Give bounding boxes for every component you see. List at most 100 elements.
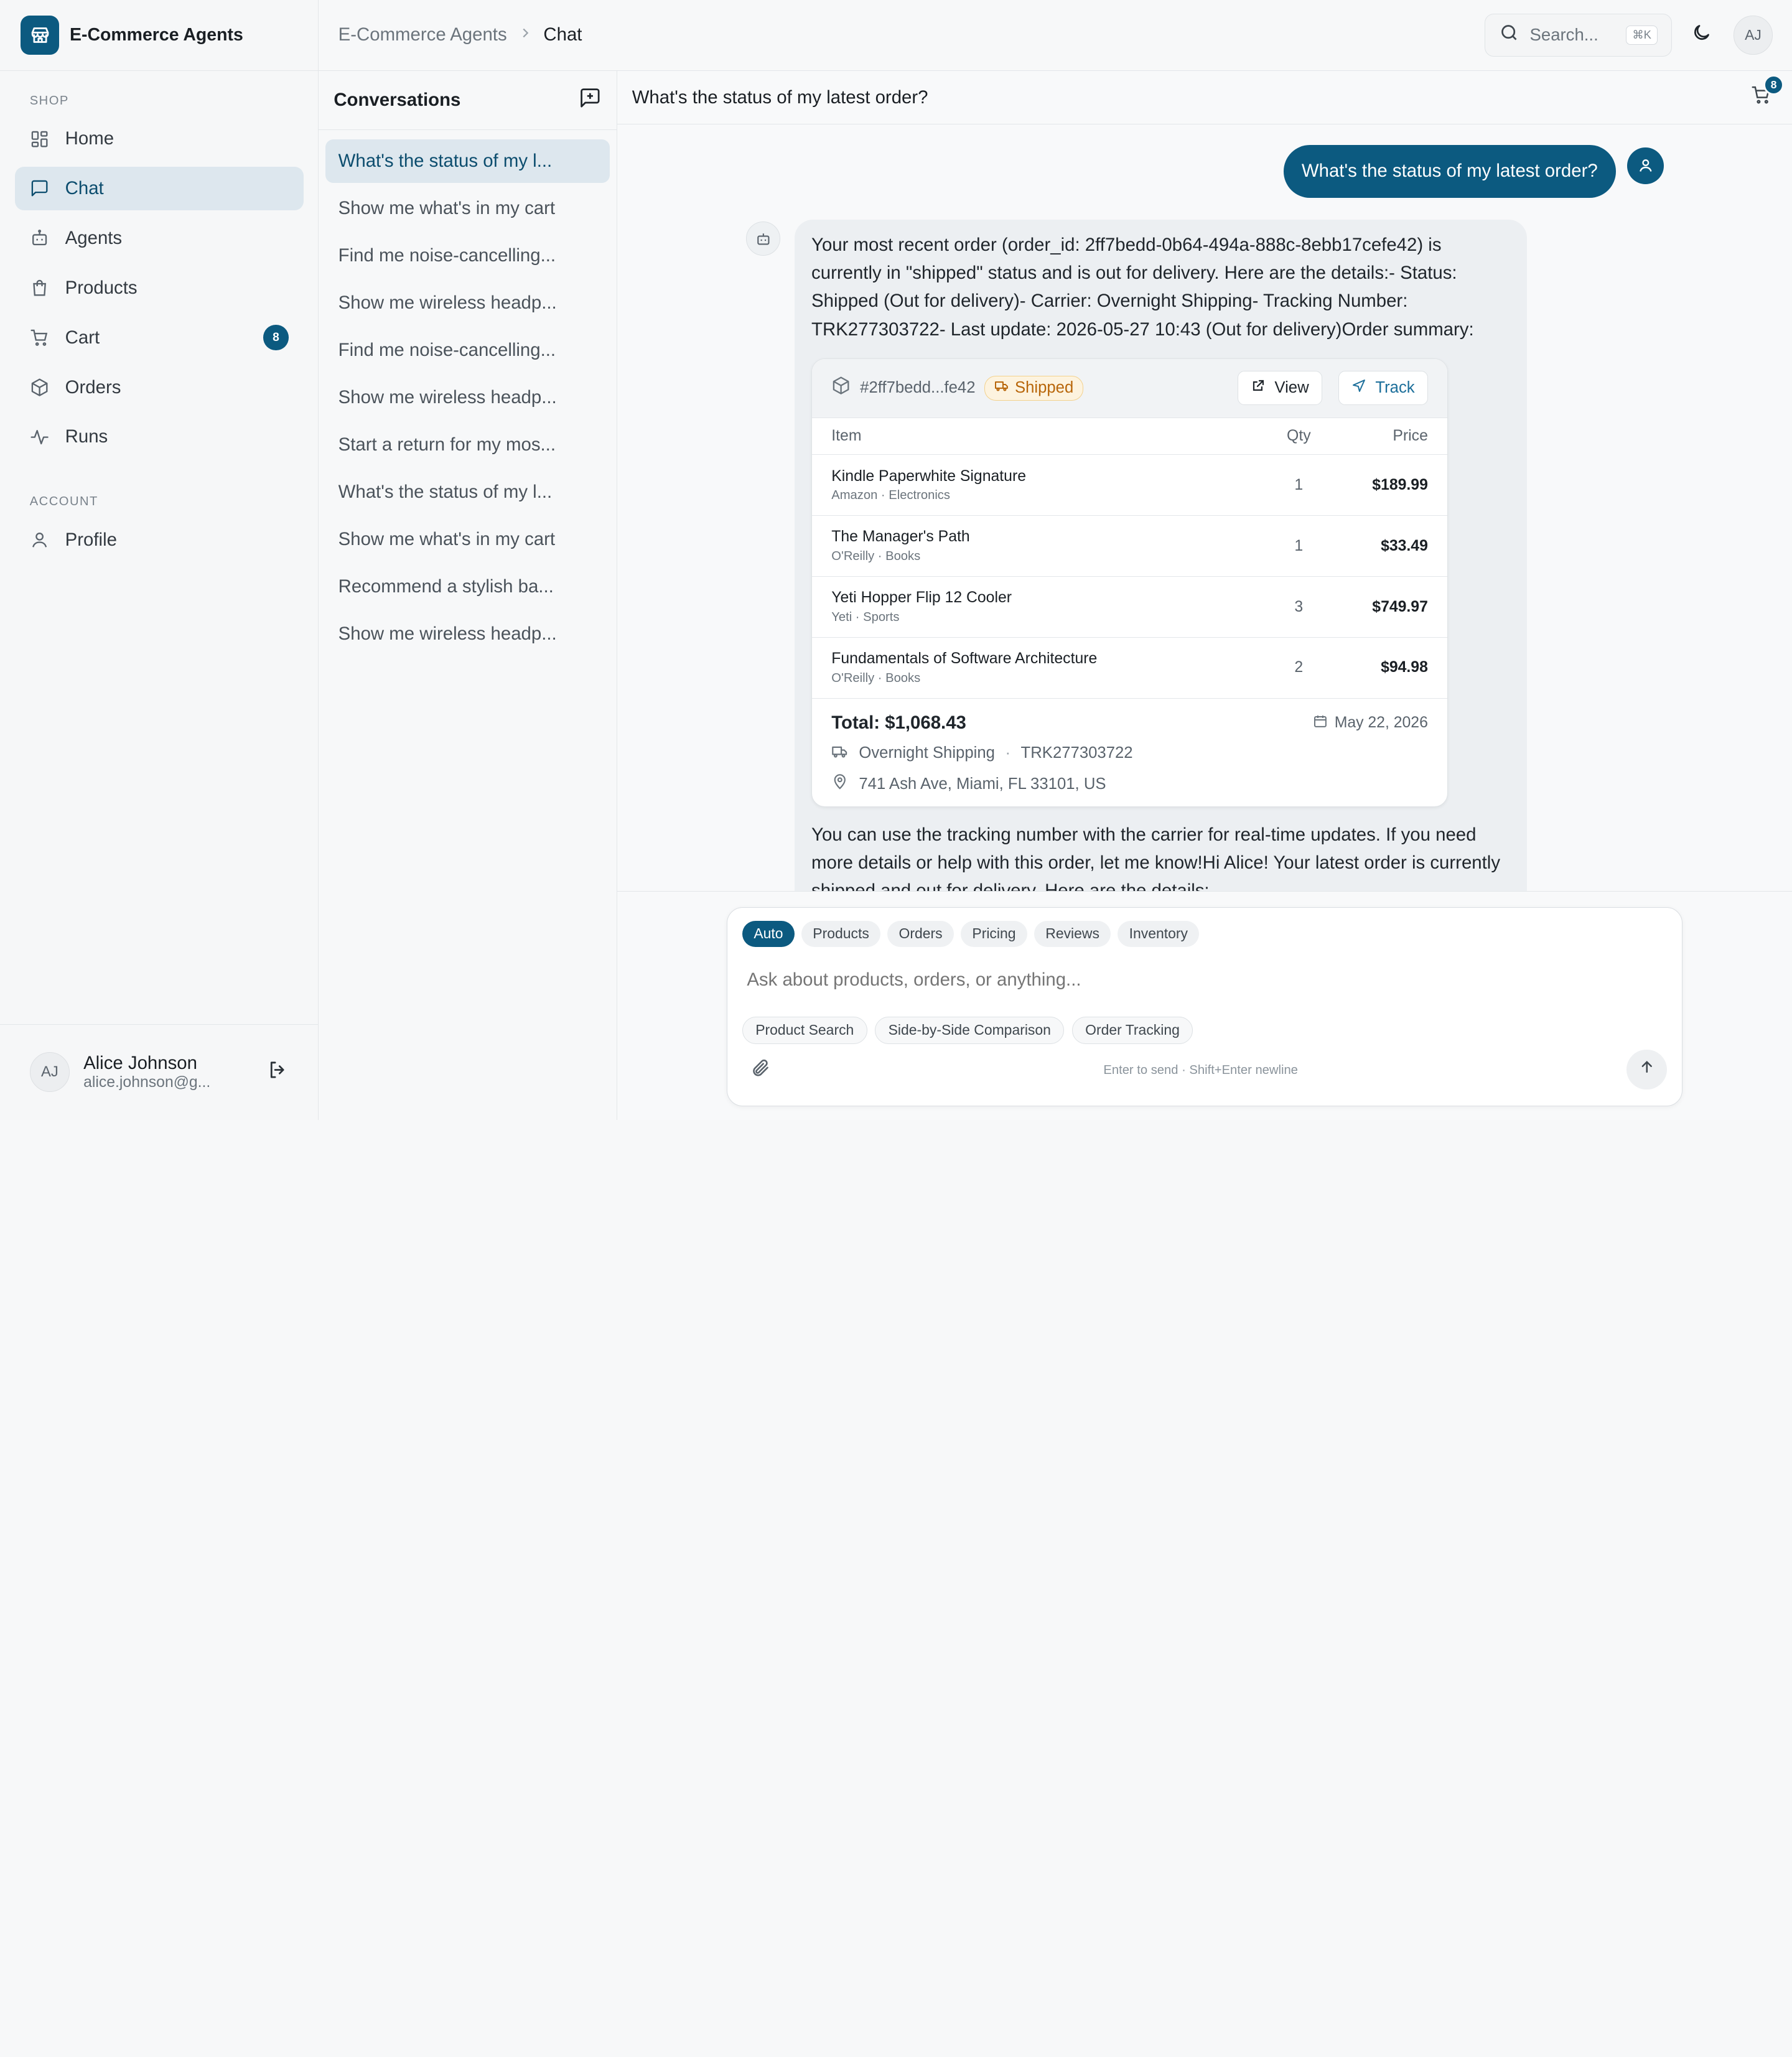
item-meta: Amazon · Electronics xyxy=(831,488,950,503)
table-row: The Manager's Path O'Reilly · Books 1 $33… xyxy=(812,515,1448,577)
conversation-item[interactable]: What's the status of my l... xyxy=(325,470,609,514)
order-date: May 22, 2026 xyxy=(1313,714,1428,733)
topbar: E-Commerce Agents Chat Search... ⌘K AJ xyxy=(319,0,1792,71)
truck-icon xyxy=(831,743,849,765)
price-cell: $33.49 xyxy=(1333,515,1448,577)
conversation-item[interactable]: What's the status of my l... xyxy=(325,139,610,183)
package-icon xyxy=(831,376,851,400)
chat-bubble-icon xyxy=(30,179,49,198)
item-cell: Yeti Hopper Flip 12 Cooler Yeti · Sports xyxy=(812,576,1265,638)
qty-cell: 3 xyxy=(1264,576,1333,638)
breadcrumb-root[interactable]: E-Commerce Agents xyxy=(338,24,507,45)
conversation-item[interactable]: Show me what's in my cart xyxy=(325,187,609,230)
order-card-footer: Total: $1,068.43 May 22, 2026 Overnight … xyxy=(812,699,1447,806)
assistant-text-outro: You can use the tracking number with the… xyxy=(811,824,1501,892)
column-header-item: Item xyxy=(812,418,1265,455)
cart-count-badge: 8 xyxy=(263,325,289,350)
sidebar-item-agents[interactable]: Agents xyxy=(15,217,304,260)
nav-section-shop: SHOP xyxy=(29,93,69,108)
shipping-address: 741 Ash Ave, Miami, FL 33101, US xyxy=(859,775,1106,793)
item-name: Kindle Paperwhite Signature xyxy=(831,467,1026,485)
qty-cell: 1 xyxy=(1264,515,1333,577)
sidebar-item-chat[interactable]: Chat xyxy=(14,167,304,210)
user-avatar-icon xyxy=(1627,147,1664,184)
order-card-header: #2ff7bedd...fe42 Shipped View Track xyxy=(812,358,1448,419)
quick-action-order-tracking[interactable]: Order Tracking xyxy=(1071,1016,1193,1044)
conversation-item[interactable]: Show me what's in my cart xyxy=(325,518,609,561)
sidebar-item-products[interactable]: Products xyxy=(15,266,304,310)
search-icon xyxy=(1499,22,1519,47)
conversation-item[interactable]: Start a return for my mos... xyxy=(325,423,609,467)
cart-button[interactable]: 8 xyxy=(1745,74,1785,113)
theme-toggle-button[interactable] xyxy=(1681,14,1722,55)
conversation-item[interactable]: Find me noise-cancelling... xyxy=(325,234,609,278)
sidebar-item-runs[interactable]: Runs xyxy=(15,416,304,459)
chat-panel: What's the status of my latest order? 8 … xyxy=(617,70,1792,1120)
cart-count-badge: 8 xyxy=(1763,74,1785,95)
send-button[interactable] xyxy=(1626,1050,1667,1090)
shipping-line: Overnight Shipping · TRK277303722 xyxy=(831,743,1428,765)
composer-area: Auto Products Orders Pricing Reviews Inv… xyxy=(617,892,1792,1120)
conversation-item[interactable]: Find me noise-cancelling... xyxy=(325,329,609,372)
conversations-panel: Conversations What's the status of my l.… xyxy=(319,70,617,1120)
item-name: The Manager's Path xyxy=(831,528,970,546)
qty-cell: 2 xyxy=(1264,637,1333,699)
brand[interactable]: E-Commerce Agents xyxy=(0,0,319,71)
view-label: View xyxy=(1274,379,1309,397)
search-placeholder: Search... xyxy=(1529,25,1598,45)
sidebar-item-orders[interactable]: Orders xyxy=(15,366,304,409)
mode-orders[interactable]: Orders xyxy=(887,920,954,947)
column-header-qty: Qty xyxy=(1264,418,1333,455)
sidebar-item-profile[interactable]: Profile xyxy=(15,518,304,562)
sidebar-item-label: Profile xyxy=(65,529,117,550)
quick-action-product-search[interactable]: Product Search xyxy=(742,1016,867,1044)
item-cell: The Manager's Path O'Reilly · Books xyxy=(812,515,1265,577)
item-meta: Yeti · Sports xyxy=(831,610,900,624)
conversation-item[interactable]: Show me wireless headp... xyxy=(325,612,609,656)
status-badge: Shipped xyxy=(984,375,1083,401)
view-order-button[interactable]: View xyxy=(1237,371,1322,406)
message-list: What's the status of my latest order? Yo… xyxy=(617,124,1792,892)
new-chat-icon[interactable] xyxy=(579,86,602,114)
table-row: Kindle Paperwhite Signature Amazon · Elec… xyxy=(812,454,1448,516)
conversation-item[interactable]: Recommend a stylish ba... xyxy=(325,565,609,609)
price-cell: $189.99 xyxy=(1333,454,1448,516)
mode-auto[interactable]: Auto xyxy=(742,920,795,947)
conversations-title: Conversations xyxy=(334,90,461,111)
mode-pricing[interactable]: Pricing xyxy=(961,920,1027,947)
order-date-text: May 22, 2026 xyxy=(1334,714,1428,731)
user-avatar-button[interactable]: AJ xyxy=(1734,16,1773,55)
mode-products[interactable]: Products xyxy=(801,920,881,947)
grid-icon xyxy=(30,129,49,149)
order-total: Total: $1,068.43 xyxy=(831,712,966,733)
activity-icon xyxy=(30,427,49,447)
navigation-icon xyxy=(1351,378,1366,398)
sidebar-item-home[interactable]: Home xyxy=(15,117,304,161)
avatar[interactable]: AJ xyxy=(29,1052,70,1093)
agent-mode-selector: Auto Products Orders Pricing Reviews Inv… xyxy=(742,920,1200,947)
item-cell: Kindle Paperwhite Signature Amazon · Elec… xyxy=(812,454,1265,516)
separator-dot: · xyxy=(1005,744,1011,762)
item-meta: O'Reilly · Books xyxy=(831,549,921,563)
brand-name: E-Commerce Agents xyxy=(70,24,243,45)
paperclip-icon[interactable] xyxy=(750,1058,771,1083)
breadcrumb-current: Chat xyxy=(543,24,582,45)
order-id: #2ff7bedd...fe42 xyxy=(860,379,976,397)
sidebar-item-label: Orders xyxy=(65,376,121,398)
message-input[interactable] xyxy=(747,969,1638,991)
conversation-item[interactable]: Show me wireless headp... xyxy=(325,281,609,325)
app-window: E-Commerce Agents SHOP Home Chat Agents … xyxy=(0,0,1792,1120)
assistant-message: Your most recent order (order_id: 2ff7be… xyxy=(794,219,1527,892)
conversation-item[interactable]: Show me wireless headp... xyxy=(325,376,609,419)
cart-icon xyxy=(30,328,49,347)
sidebar-item-cart[interactable]: Cart 8 xyxy=(15,316,304,360)
quick-action-comparison[interactable]: Side-by-Side Comparison xyxy=(875,1016,1065,1044)
item-name: Fundamentals of Software Architecture xyxy=(831,650,1098,668)
user-message: What's the status of my latest order? xyxy=(1283,145,1617,198)
track-order-button[interactable]: Track xyxy=(1338,371,1428,406)
mode-inventory[interactable]: Inventory xyxy=(1118,920,1200,947)
mode-reviews[interactable]: Reviews xyxy=(1034,920,1111,947)
tracking-number: TRK277303722 xyxy=(1020,744,1133,762)
logout-icon[interactable] xyxy=(267,1059,289,1086)
search-box[interactable]: Search... ⌘K xyxy=(1484,13,1673,57)
